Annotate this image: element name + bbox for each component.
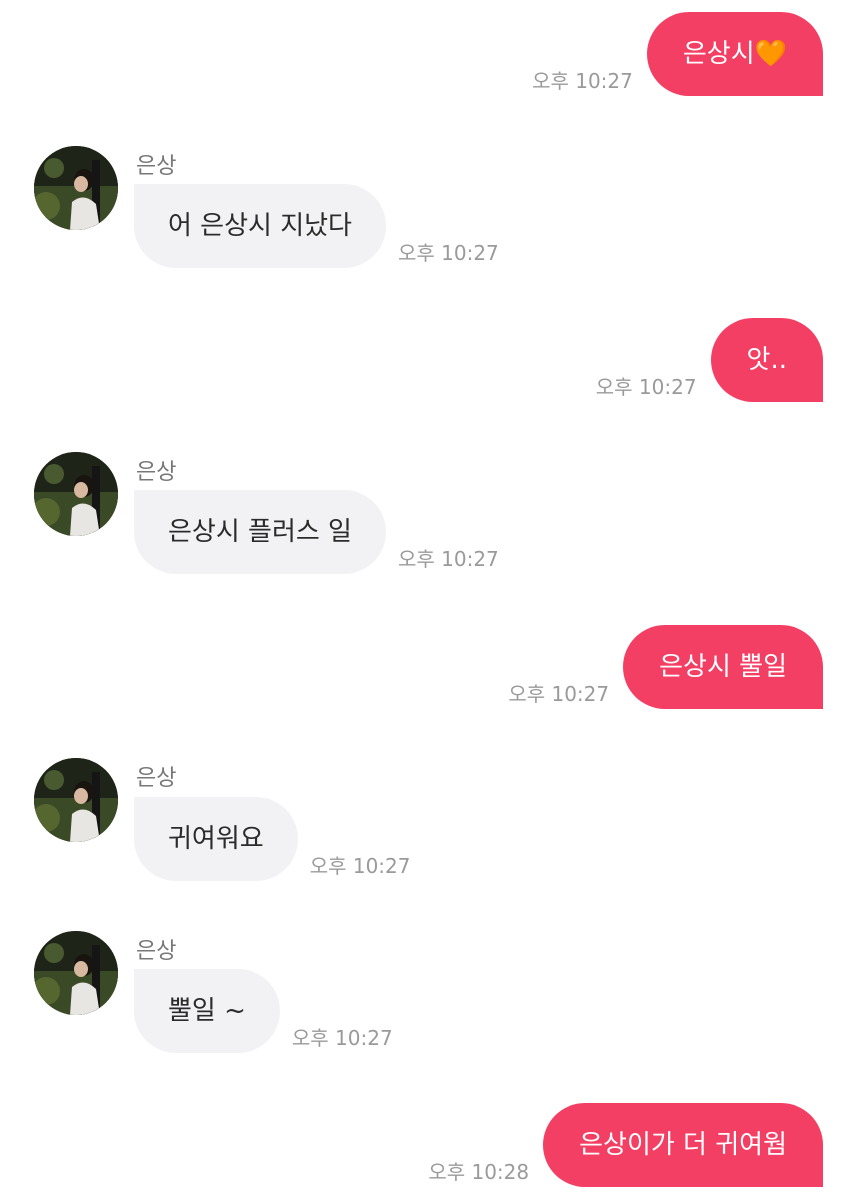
message-timestamp: 오후 10:28: [428, 1160, 530, 1184]
message-timestamp: 오후 10:27: [291, 1026, 393, 1050]
message-bubble[interactable]: 앗..: [710, 318, 823, 402]
message-bubble[interactable]: 귀여워요: [134, 797, 298, 881]
message-timestamp: 오후 10:27: [595, 375, 697, 399]
message-bubble[interactable]: 어 은상시 지났다: [134, 184, 386, 268]
message-bubble[interactable]: 은상시 플러스 일: [134, 490, 386, 574]
message-incoming: 뿔일 ~ 오후 10:27: [134, 969, 393, 1053]
message-incoming: 은상시 플러스 일 오후 10:27: [134, 490, 499, 574]
avatar[interactable]: [34, 931, 118, 1015]
message-bubble[interactable]: 은상이가 더 귀여웜: [543, 1103, 823, 1187]
sender-name: 은상: [136, 766, 177, 791]
message-timestamp: 오후 10:27: [532, 69, 633, 93]
message-text: 귀여워요: [168, 824, 264, 854]
message-outgoing: 은상이가 더 귀여웜 오후 10:28: [428, 1103, 823, 1187]
message-timestamp: 오후 10:27: [397, 241, 499, 265]
sender-name: 은상: [136, 154, 177, 179]
avatar[interactable]: [34, 452, 118, 536]
orange-heart-icon: 🧡: [754, 39, 787, 69]
message-incoming: 어 은상시 지났다 오후 10:27: [134, 184, 499, 268]
message-bubble[interactable]: 은상시 뿔일: [623, 625, 823, 709]
message-bubble[interactable]: 뿔일 ~: [134, 969, 280, 1053]
message-timestamp: 오후 10:27: [309, 854, 411, 878]
message-outgoing: 앗.. 오후 10:27: [596, 318, 823, 402]
message-timestamp: 오후 10:27: [508, 682, 610, 706]
sender-name: 은상: [136, 460, 177, 485]
message-incoming: 귀여워요 오후 10:27: [134, 797, 410, 881]
message-text: 은상이가 더 귀여웜: [579, 1130, 787, 1160]
message-text: 은상시: [682, 39, 755, 69]
message-text: 은상시 플러스 일: [168, 517, 352, 547]
message-text: 은상시 뿔일: [659, 652, 787, 682]
sender-name: 은상: [136, 939, 177, 964]
avatar[interactable]: [34, 758, 118, 842]
message-text: 앗..: [746, 345, 787, 375]
message-text: 어 은상시 지났다: [168, 211, 352, 241]
message-bubble[interactable]: 은상시 🧡: [646, 12, 823, 96]
message-outgoing: 은상시 🧡 오후 10:27: [532, 12, 823, 96]
message-text: 뿔일 ~: [168, 996, 246, 1026]
avatar[interactable]: [34, 146, 118, 230]
message-outgoing: 은상시 뿔일 오후 10:27: [508, 625, 823, 709]
message-timestamp: 오후 10:27: [397, 547, 499, 571]
